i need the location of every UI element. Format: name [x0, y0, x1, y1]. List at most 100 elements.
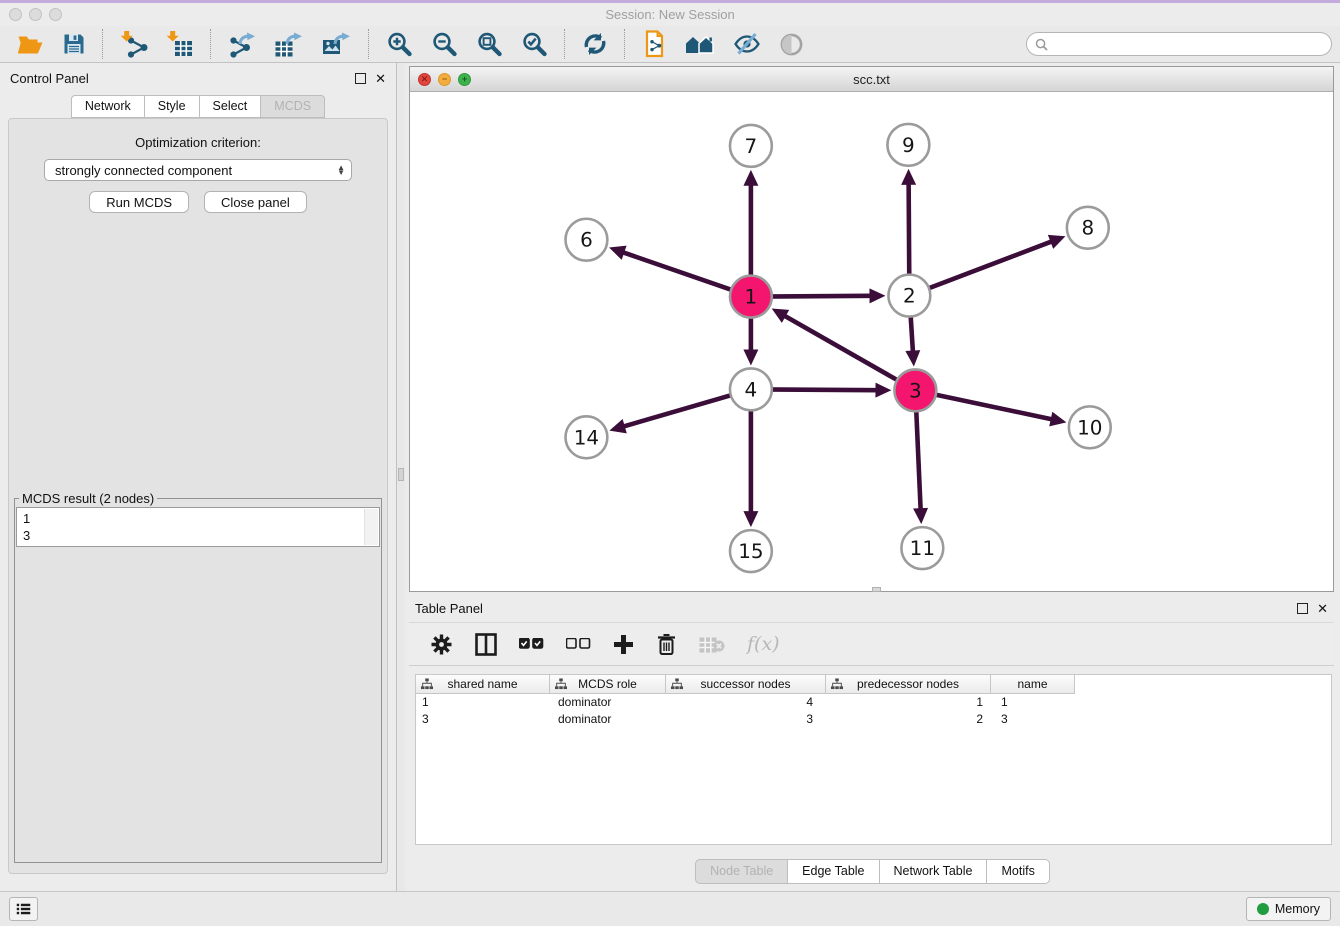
table-tab-edge-table[interactable]: Edge Table	[787, 859, 878, 884]
toolbar-separator	[210, 29, 212, 59]
column-header-successor-nodes[interactable]: successor nodes	[666, 675, 826, 694]
table-panel: Table Panel ✕ f(x) shared nameMCDS roles…	[405, 595, 1340, 891]
memory-status-icon	[1257, 903, 1269, 915]
app-title: Session: New Session	[0, 7, 1340, 22]
delete-column-button[interactable]	[647, 626, 686, 662]
table-toolbar: f(x)	[409, 622, 1334, 666]
graph-node-8[interactable]: 8	[1067, 207, 1109, 249]
column-header-predecessor-nodes[interactable]: predecessor nodes	[826, 675, 991, 694]
tab-network[interactable]: Network	[71, 95, 144, 118]
table-row[interactable]: 1dominator411	[416, 694, 1331, 711]
toolbar-separator	[102, 29, 104, 59]
svg-text:4: 4	[745, 377, 758, 401]
table-row[interactable]: 3dominator323	[416, 711, 1331, 728]
select-all-checkboxes-button[interactable]	[510, 626, 553, 662]
graph-node-6[interactable]: 6	[565, 219, 607, 261]
criterion-select[interactable]: strongly connected component ▲▼	[44, 159, 352, 181]
vertical-splitter[interactable]	[396, 63, 405, 891]
tab-select[interactable]: Select	[199, 95, 261, 118]
tab-style[interactable]: Style	[144, 95, 199, 118]
run-mcds-button[interactable]: Run MCDS	[89, 191, 189, 213]
clone-network-button[interactable]	[633, 28, 676, 60]
search-input[interactable]	[1053, 36, 1323, 52]
graph-node-4[interactable]: 4	[730, 368, 772, 410]
search-box[interactable]	[1026, 32, 1332, 56]
network-resize-handle[interactable]	[872, 587, 881, 592]
column-header-MCDS-role[interactable]: MCDS role	[550, 675, 666, 694]
export-image-button[interactable]	[313, 28, 361, 60]
status-bar: Memory	[0, 891, 1340, 926]
table-panel-title: Table Panel	[415, 601, 483, 616]
graph-node-14[interactable]: 14	[565, 416, 607, 458]
close-table-panel-icon[interactable]: ✕	[1317, 604, 1328, 613]
add-column-button[interactable]	[604, 626, 643, 662]
import-network-button[interactable]	[111, 28, 157, 60]
column-header-name[interactable]: name	[991, 675, 1075, 694]
column-header-shared-name[interactable]: shared name	[416, 675, 550, 694]
network-canvas[interactable]: 7 9 6 8 1 2 4 3 14 10 15 11	[410, 92, 1333, 591]
show-all-button	[770, 28, 813, 60]
mcds-result-box[interactable]: 1 3	[16, 507, 380, 547]
save-session-button[interactable]	[53, 28, 95, 60]
table-cell: 2	[826, 712, 991, 726]
mcds-result-values: 1 3	[17, 508, 379, 546]
network-window-title: scc.txt	[410, 72, 1333, 87]
zoom-in-button[interactable]	[377, 28, 422, 60]
float-table-panel-icon[interactable]	[1297, 603, 1308, 614]
graph-edge-2-8[interactable]	[909, 235, 1065, 296]
network-window-titlebar: ✕ − + scc.txt	[410, 67, 1333, 92]
hide-selected-button[interactable]	[724, 28, 770, 60]
deselect-all-checkboxes-button[interactable]	[557, 626, 600, 662]
table-options-gear-button[interactable]	[421, 626, 462, 662]
split-table-view-button[interactable]	[466, 626, 506, 662]
graph-node-7[interactable]: 7	[730, 125, 772, 167]
table-cell: dominator	[550, 712, 666, 726]
float-panel-icon[interactable]	[355, 73, 366, 84]
splitter-handle[interactable]	[398, 468, 404, 481]
zoom-fit-button[interactable]	[467, 28, 512, 60]
control-panel: Control Panel ✕ NetworkStyleSelectMCDS O…	[0, 63, 396, 891]
main-toolbar	[0, 26, 1340, 63]
graph-node-15[interactable]: 15	[730, 530, 772, 572]
zoom-out-button[interactable]	[422, 28, 467, 60]
svg-text:14: 14	[574, 425, 599, 449]
open-file-button[interactable]	[8, 28, 53, 60]
graph-edge-3-1[interactable]	[772, 308, 916, 390]
export-table-button[interactable]	[265, 28, 313, 60]
zoom-selected-button[interactable]	[512, 28, 557, 60]
task-history-button[interactable]	[9, 897, 38, 921]
network-graph[interactable]: 7 9 6 8 1 2 4 3 14 10 15 11	[410, 92, 1333, 591]
memory-button[interactable]: Memory	[1246, 897, 1331, 921]
right-column: ✕ − + scc.txt 7 9 6 8 1 2 4 3 14 10 15 11 Table Pan…	[405, 63, 1340, 891]
import-table-button[interactable]	[157, 28, 203, 60]
toolbar-separator	[624, 29, 626, 59]
optimization-criterion-label: Optimization criterion:	[135, 135, 261, 151]
table-tab-network-table[interactable]: Network Table	[879, 859, 987, 884]
graph-node-9[interactable]: 9	[887, 124, 929, 166]
result-scrollbar[interactable]	[364, 509, 378, 545]
close-panel-icon[interactable]: ✕	[375, 74, 386, 83]
graph-node-2[interactable]: 2	[888, 275, 930, 317]
table-cell: dominator	[550, 695, 666, 709]
svg-text:9: 9	[902, 133, 915, 157]
network-view-window: ✕ − + scc.txt 7 9 6 8 1 2 4 3 14 10 15 11	[409, 66, 1334, 592]
export-network-button[interactable]	[219, 28, 265, 60]
toolbar-icon-groups	[8, 26, 813, 62]
graph-node-11[interactable]: 11	[901, 527, 943, 569]
graph-node-1[interactable]: 1	[730, 276, 772, 318]
graph-node-3[interactable]: 3	[894, 369, 936, 411]
svg-text:7: 7	[745, 134, 758, 158]
table-panel-header: Table Panel ✕	[405, 595, 1340, 621]
select-stepper-icon: ▲▼	[337, 165, 345, 175]
table-body: 1dominator4113dominator323	[416, 694, 1331, 727]
close-panel-button[interactable]: Close panel	[204, 191, 307, 213]
tab-mcds[interactable]: MCDS	[260, 95, 325, 118]
first-neighbors-button[interactable]	[676, 28, 724, 60]
graph-edge-1-6[interactable]	[609, 246, 751, 297]
graph-edge-3-10[interactable]	[915, 390, 1066, 426]
app-window: Session: New Session Control Panel ✕ Net…	[0, 0, 1340, 926]
graph-node-10[interactable]: 10	[1069, 406, 1111, 448]
table-tab-node-table[interactable]: Node Table	[695, 859, 787, 884]
table-tab-motifs[interactable]: Motifs	[986, 859, 1049, 884]
apply-preferred-layout-button[interactable]	[573, 28, 617, 60]
